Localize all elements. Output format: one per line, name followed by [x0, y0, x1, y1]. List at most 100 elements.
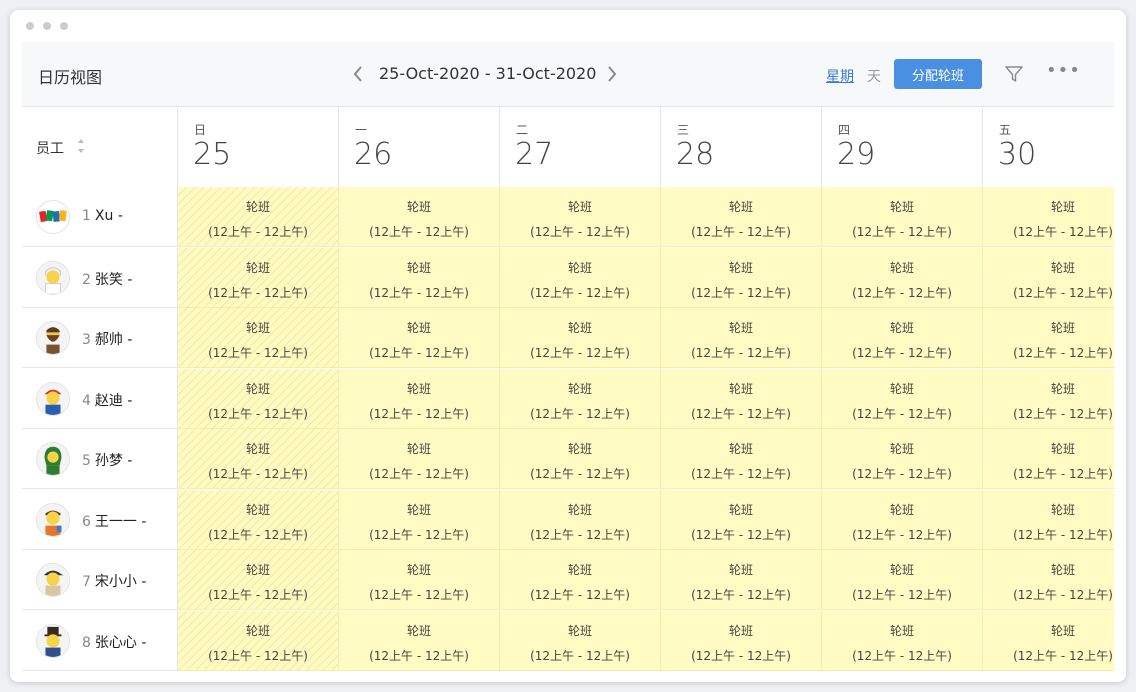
day-column-header[interactable]: 三 28 [661, 107, 822, 187]
shift-name: 轮班 [245, 502, 270, 517]
shift-time: (12上午 - 12上午) [852, 648, 952, 663]
shift-cell[interactable]: 轮班 (12上午 - 12上午) [339, 429, 500, 489]
shift-cell[interactable]: 轮班 (12上午 - 12上午) [822, 489, 983, 550]
shift-cell[interactable]: 轮班 (12上午 - 12上午) [822, 610, 983, 671]
shift-cell[interactable]: 轮班 (12上午 - 12上午) [661, 187, 822, 247]
shift-name: 轮班 [1050, 623, 1075, 638]
chevron-right-icon [608, 66, 617, 82]
day-column-header[interactable]: 四 29 [822, 107, 983, 187]
shift-name: 轮班 [245, 381, 270, 396]
day-column-header[interactable]: 五 30 [983, 107, 1126, 187]
shift-cell[interactable]: 轮班 (12上午 - 12上午) [983, 550, 1114, 610]
employee-name-text: 张笑 - [94, 271, 133, 288]
shift-time: (12上午 - 12上午) [1013, 346, 1113, 360]
shift-cell[interactable]: 轮班 (12上午 - 12上午) [178, 247, 339, 308]
shift-cell[interactable]: 轮班 (12上午 - 12上午) [822, 308, 983, 368]
employee-cell[interactable]: 2 张笑 - [22, 247, 178, 308]
shift-cell[interactable]: 轮班 (12上午 - 12上午) [178, 187, 339, 247]
shift-cell[interactable]: 轮班 (12上午 - 12上午) [500, 610, 661, 671]
window-dot[interactable] [43, 22, 51, 30]
shift-cell[interactable]: 轮班 (12上午 - 12上午) [822, 187, 983, 247]
shift-cell[interactable]: 轮班 (12上午 - 12上午) [661, 429, 822, 489]
window-dot[interactable] [26, 22, 34, 30]
shift-cell[interactable]: 轮班 (12上午 - 12上午) [983, 308, 1114, 368]
shift-cell[interactable]: 轮班 (12上午 - 12上午) [983, 610, 1114, 671]
employee-cell[interactable]: 4 赵迪 - [22, 368, 178, 429]
shift-cell[interactable]: 轮班 (12上午 - 12上午) [339, 368, 500, 429]
employee-column-header[interactable]: 员工 [22, 107, 178, 187]
shift-cell[interactable]: 轮班 (12上午 - 12上午) [339, 610, 500, 671]
shift-cell[interactable]: 轮班 (12上午 - 12上午) [983, 368, 1114, 429]
shift-cell[interactable]: 轮班 (12上午 - 12上午) [339, 187, 500, 247]
shift-name: 轮班 [728, 381, 753, 396]
shift-cell[interactable]: 轮班 (12上午 - 12上午) [500, 247, 661, 308]
employee-cell[interactable]: 3 郝帅 - [22, 308, 178, 368]
shift-cell[interactable]: 轮班 (12上午 - 12上午) [339, 489, 500, 550]
shift-cell[interactable]: 轮班 (12上午 - 12上午) [661, 489, 822, 550]
shift-cell[interactable]: 轮班 (12上午 - 12上午) [339, 550, 500, 610]
shift-time: (12上午 - 12上午) [691, 225, 791, 239]
employee-index: 6 [82, 513, 91, 530]
shift-cell[interactable]: 轮班 (12上午 - 12上午) [661, 368, 822, 429]
shift-time: (12上午 - 12上午) [1013, 588, 1113, 602]
shift-time: (12上午 - 12上午) [1013, 406, 1113, 421]
employee-row: 4 赵迪 - 轮班 (12上午 - 12上午) 轮班 (12上午 - 12上午) 轮班 (12… [22, 368, 1114, 429]
shift-time: (12上午 - 12上午) [530, 285, 630, 300]
shift-cell[interactable]: 轮班 (12上午 - 12上午) [500, 489, 661, 550]
day-column-header[interactable]: 一 26 [339, 107, 500, 187]
employee-row: 2 张笑 - 轮班 (12上午 - 12上午) 轮班 (12上午 - 12上午) 轮班 (12… [22, 247, 1114, 308]
employee-index: 8 [82, 634, 91, 651]
shift-cell[interactable]: 轮班 (12上午 - 12上午) [661, 247, 822, 308]
employee-cell[interactable]: 1 Xu - [22, 187, 178, 247]
employee-cell[interactable]: 6 王一一 - [22, 489, 178, 550]
shift-cell[interactable]: 轮班 (12上午 - 12上午) [178, 308, 339, 368]
day-column-header[interactable]: 日 25 [178, 107, 339, 187]
next-week-button[interactable] [602, 62, 622, 86]
shift-name: 轮班 [1050, 381, 1075, 396]
shift-cell[interactable]: 轮班 (12上午 - 12上午) [983, 247, 1114, 308]
assign-shift-button[interactable]: 分配轮班 [894, 59, 982, 89]
view-day-toggle[interactable]: 天 [867, 66, 881, 86]
sort-icon[interactable] [77, 137, 85, 155]
shift-cell[interactable]: 轮班 (12上午 - 12上午) [500, 429, 661, 489]
more-options-icon[interactable]: ••• [1046, 60, 1081, 81]
employee-name: 8 张心心 - [82, 632, 146, 652]
shift-cell[interactable]: 轮班 (12上午 - 12上午) [500, 308, 661, 368]
employee-index: 1 [82, 208, 91, 224]
day-column-header[interactable]: 二 27 [500, 107, 661, 187]
shift-cell[interactable]: 轮班 (12上午 - 12上午) [822, 550, 983, 610]
filter-icon[interactable] [1004, 64, 1024, 84]
shift-cell[interactable]: 轮班 (12上午 - 12上午) [500, 550, 661, 610]
shift-cell[interactable]: 轮班 (12上午 - 12上午) [500, 187, 661, 247]
employee-cell[interactable]: 8 张心心 - [22, 610, 178, 671]
shift-cell[interactable]: 轮班 (12上午 - 12上午) [661, 550, 822, 610]
shift-cell[interactable]: 轮班 (12上午 - 12上午) [339, 247, 500, 308]
chevron-left-icon [353, 66, 362, 82]
employee-cell[interactable]: 7 宋小小 - [22, 550, 178, 610]
avatar [36, 442, 70, 476]
shift-time: (12上午 - 12上午) [1013, 527, 1113, 542]
shift-cell[interactable]: 轮班 (12上午 - 12上午) [661, 610, 822, 671]
shift-cell[interactable]: 轮班 (12上午 - 12上午) [822, 429, 983, 489]
shift-cell[interactable]: 轮班 (12上午 - 12上午) [178, 550, 339, 610]
shift-cell[interactable]: 轮班 (12上午 - 12上午) [822, 368, 983, 429]
shift-cell[interactable]: 轮班 (12上午 - 12上午) [339, 308, 500, 368]
shift-time: (12上午 - 12上午) [691, 588, 791, 602]
employee-cell[interactable]: 5 孙梦 - [22, 429, 178, 489]
shift-cell[interactable]: 轮班 (12上午 - 12上午) [983, 429, 1114, 489]
shift-cell[interactable]: 轮班 (12上午 - 12上午) [178, 610, 339, 671]
view-week-toggle[interactable]: 星期 [826, 66, 854, 86]
shift-cell[interactable]: 轮班 (12上午 - 12上午) [661, 308, 822, 368]
shift-cell[interactable]: 轮班 (12上午 - 12上午) [178, 489, 339, 550]
shift-cell[interactable]: 轮班 (12上午 - 12上午) [500, 368, 661, 429]
employee-name: 1 Xu - [82, 208, 123, 224]
shift-time: (12上午 - 12上午) [369, 527, 469, 542]
shift-name: 轮班 [567, 563, 592, 577]
shift-cell[interactable]: 轮班 (12上午 - 12上午) [178, 368, 339, 429]
shift-cell[interactable]: 轮班 (12上午 - 12上午) [178, 429, 339, 489]
window-dot[interactable] [60, 22, 68, 30]
previous-week-button[interactable] [348, 62, 368, 86]
shift-cell[interactable]: 轮班 (12上午 - 12上午) [822, 247, 983, 308]
shift-cell[interactable]: 轮班 (12上午 - 12上午) [983, 187, 1114, 247]
shift-cell[interactable]: 轮班 (12上午 - 12上午) [983, 489, 1114, 550]
